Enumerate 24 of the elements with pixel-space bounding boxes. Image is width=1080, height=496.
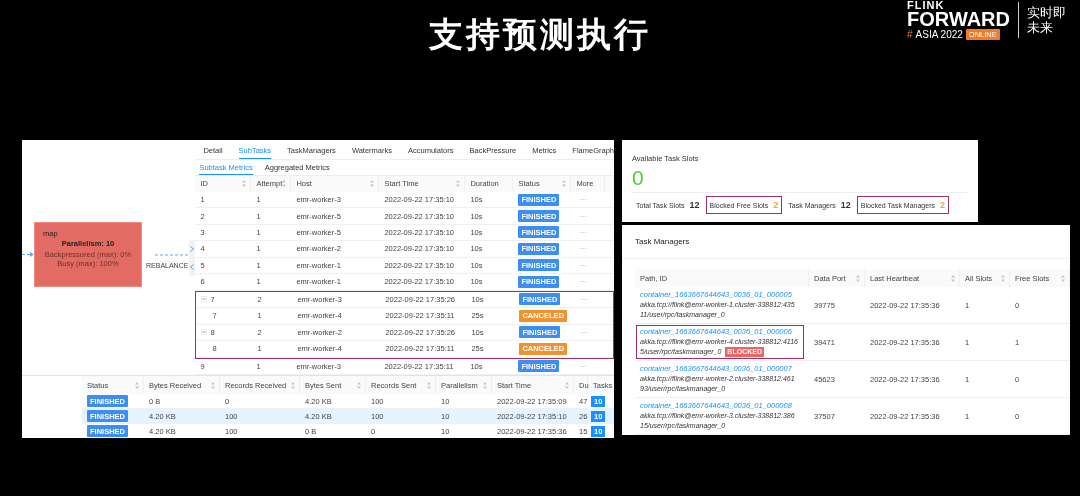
panel-title: Task Managers [635, 237, 691, 246]
slots-value: 0 [632, 167, 645, 189]
slogan-text: 实时即 [1027, 5, 1066, 20]
slogan-text: 未来 [1027, 20, 1054, 35]
stat-value: 2 [773, 200, 779, 210]
chevron-right-icon[interactable] [190, 246, 195, 252]
slide-title: 支持预测执行 [429, 13, 651, 56]
sort-icon[interactable] [456, 180, 461, 188]
collapse-icon[interactable] [201, 296, 208, 303]
sort-icon[interactable] [242, 180, 247, 188]
chevron-left-icon[interactable] [190, 264, 195, 270]
stat-value: 2 [939, 200, 945, 210]
collapse-icon[interactable] [201, 329, 208, 336]
hash-mark: # [907, 29, 913, 40]
event-name: ASIA 2022 [915, 29, 963, 40]
logo-text: FORWARD [907, 10, 1010, 29]
sort-icon[interactable] [562, 180, 567, 188]
panel-toggle[interactable] [189, 240, 196, 276]
logo-text: FLINK [907, 0, 946, 10]
sort-icon[interactable] [370, 180, 375, 188]
stat-value: 12 [840, 200, 851, 210]
edge-arrow [22, 252, 34, 257]
stat-value: 12 [689, 200, 700, 210]
sort-icon[interactable] [282, 180, 287, 188]
